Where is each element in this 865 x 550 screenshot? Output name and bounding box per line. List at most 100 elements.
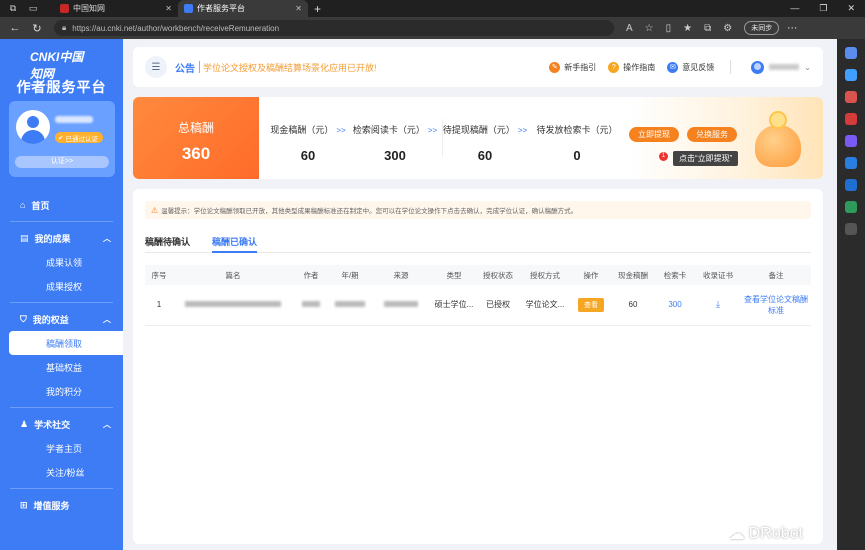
cell-cash: 60 xyxy=(611,285,655,326)
cell-certificate: ⤓ xyxy=(695,285,741,326)
tab-confirmed[interactable]: 稿酬已确认 xyxy=(212,235,258,253)
sidebar-group-achievements[interactable]: ▤ 我的成果 ︿ xyxy=(0,226,123,250)
back-icon[interactable]: ← xyxy=(8,22,22,34)
sidebar-group-social[interactable]: ♟ 学术社交 ︿ xyxy=(0,412,123,436)
sidebar-item-follow[interactable]: 关注/粉丝 xyxy=(0,460,123,484)
sync-status-button[interactable]: 未同步 xyxy=(744,21,780,35)
new-tab-icon[interactable]: + xyxy=(314,2,321,16)
manual-icon: ? xyxy=(608,61,620,73)
cell-auth-method: 学位论文... xyxy=(519,285,571,326)
col-action: 操作 xyxy=(571,265,611,285)
notice-text[interactable]: 学位论文授权及稿酬结算场景化应用已开放! xyxy=(203,61,377,74)
step-badge: 1 xyxy=(659,152,668,161)
stat-search-card[interactable]: 检索阅读卡（元） >> 300 xyxy=(349,97,441,179)
sidebar-item-points[interactable]: 我的积分 xyxy=(0,379,123,403)
remuneration-tabs: 稿酬待确认 稿酬已确认 xyxy=(145,235,811,253)
url-field[interactable]: 🔒︎ https://au.cnki.net/author/workbench/… xyxy=(54,20,614,36)
manual-link[interactable]: ? 操作指南 xyxy=(608,61,655,73)
stat-cash[interactable]: 现金稿酬（元） >> 60 xyxy=(263,97,353,179)
warning-icon: ⚠ xyxy=(151,205,159,215)
sidebar-item-claim[interactable]: 成果认领 xyxy=(0,250,123,274)
add-app-icon[interactable] xyxy=(845,223,857,235)
col-source: 来源 xyxy=(371,265,431,285)
card-value-link[interactable]: 300 xyxy=(668,300,681,309)
sidebar-item-home[interactable]: ⌂ 首页 xyxy=(0,193,123,217)
remuneration-content: ⚠ 温馨提示：学位论文稿酬领取已开放，其他类型成果稿酬标准还在制定中。您可以在学… xyxy=(133,189,823,544)
refresh-icon[interactable]: ↻ xyxy=(30,22,44,35)
extensions-icon[interactable]: ⚙ xyxy=(723,23,732,34)
user-name-blurred xyxy=(55,116,93,123)
search-icon[interactable] xyxy=(845,47,857,59)
withdraw-tooltip: 点击“立即提现” xyxy=(673,151,739,166)
sidebar-item-value-added[interactable]: ⊞ 增值服务 xyxy=(0,493,123,517)
tag-icon[interactable] xyxy=(845,69,857,81)
view-standard-link[interactable]: 查看学位论文稿酬标准 xyxy=(744,295,808,315)
lock-icon: 🔒︎ xyxy=(62,23,67,32)
total-remuneration: 总稿酬 360 xyxy=(133,97,259,179)
chevron-up-icon: ︿ xyxy=(103,314,111,324)
view-button[interactable]: 查看 xyxy=(578,297,604,312)
sidebar-item-authorize[interactable]: 成果授权 xyxy=(0,274,123,298)
close-tab-icon[interactable]: ✕ xyxy=(165,4,172,13)
home-icon: ⌂ xyxy=(20,200,26,210)
tab-actions-icon[interactable]: ▭ xyxy=(26,2,40,16)
sidebar-item-scholar-home[interactable]: 学者主页 xyxy=(0,436,123,460)
favorite-star-icon[interactable]: ☆ xyxy=(645,23,654,34)
feedback-link[interactable]: ✉ 意见反馈 xyxy=(667,61,714,73)
copilot-icon[interactable] xyxy=(845,157,857,169)
certify-button[interactable]: 认证>> xyxy=(15,156,109,168)
sidebar-group-rights[interactable]: ⛉ 我的权益 ︿ xyxy=(0,307,123,331)
verified-badge: ✔ 已通过认证 xyxy=(55,132,103,143)
favorites-icon[interactable]: ★ xyxy=(683,23,692,34)
exchange-service-button[interactable]: 兑换服务 xyxy=(687,127,737,142)
divider xyxy=(10,302,113,303)
tools-icon[interactable] xyxy=(845,113,857,125)
divider xyxy=(730,60,732,74)
read-aloud-icon[interactable]: A xyxy=(626,23,633,34)
cell-note: 查看学位论文稿酬标准 xyxy=(741,285,811,326)
split-screen-icon[interactable]: ▯ xyxy=(666,23,672,34)
col-type: 类型 xyxy=(431,265,477,285)
browser-tab-author-platform[interactable]: 作者服务平台 ✕ xyxy=(178,0,308,17)
user-menu[interactable]: ⌄ xyxy=(751,60,811,74)
collections-icon[interactable]: ⧉ xyxy=(704,23,711,34)
sidebar-item-basic-rights[interactable]: 基础权益 xyxy=(0,355,123,379)
download-icon[interactable]: ⤓ xyxy=(716,299,720,309)
tab-label: 中国知网 xyxy=(73,4,105,13)
col-author: 作者 xyxy=(293,265,329,285)
drop-icon[interactable] xyxy=(845,201,857,213)
tip-banner: ⚠ 温馨提示：学位论文稿酬领取已开放，其他类型成果稿酬标准还在制定中。您可以在学… xyxy=(145,201,811,219)
avatar[interactable] xyxy=(16,110,50,144)
cell-title-blurred xyxy=(173,285,293,326)
guide-icon: ✎ xyxy=(549,61,561,73)
sidebar-item-remuneration[interactable]: 稿酬领取 xyxy=(9,331,123,355)
close-window-icon[interactable]: ✕ xyxy=(847,3,855,14)
cell-index: 1 xyxy=(145,285,173,326)
cnki-logo[interactable]: CNKI中国知网 www.cnki.net xyxy=(30,48,94,87)
cell-source-blurred xyxy=(371,285,431,326)
menu-toggle-icon[interactable]: ☰ xyxy=(145,56,167,78)
close-tab-icon[interactable]: ✕ xyxy=(295,4,302,13)
tab-label: 作者服务平台 xyxy=(197,4,245,13)
browser-tab-cnki[interactable]: 中国知网 ✕ xyxy=(54,0,178,17)
games-icon[interactable] xyxy=(845,135,857,147)
col-note: 备注 xyxy=(741,265,811,285)
newbie-guide-link[interactable]: ✎ 新手指引 xyxy=(549,61,596,73)
shopping-icon[interactable] xyxy=(845,91,857,103)
user-card: ✔ 已通过认证 认证>> xyxy=(9,101,115,177)
divider xyxy=(10,407,113,408)
cell-action: 查看 xyxy=(571,285,611,326)
divider xyxy=(199,61,200,73)
money-bag-icon xyxy=(755,111,801,167)
cell-card: 300 xyxy=(655,285,695,326)
stat-pending-withdraw[interactable]: 待提现稿酬（元） >> 60 xyxy=(441,97,529,179)
withdraw-button[interactable]: 立即提现 xyxy=(629,127,679,142)
maximize-icon[interactable]: ❐ xyxy=(819,3,827,14)
more-menu-icon[interactable]: ⋯ xyxy=(787,23,797,34)
page: CNKI中国知网 www.cnki.net 作者服务平台 ✔ 已通过认证 认证>… xyxy=(0,39,837,550)
minimize-icon[interactable]: — xyxy=(790,3,799,14)
tab-pending-confirm[interactable]: 稿酬待确认 xyxy=(145,235,190,253)
outlook-icon[interactable] xyxy=(845,179,857,191)
stat-pending-card[interactable]: 待发放检索卡（元） 0 xyxy=(529,97,625,179)
workspaces-icon[interactable]: ⧉ xyxy=(6,2,20,16)
